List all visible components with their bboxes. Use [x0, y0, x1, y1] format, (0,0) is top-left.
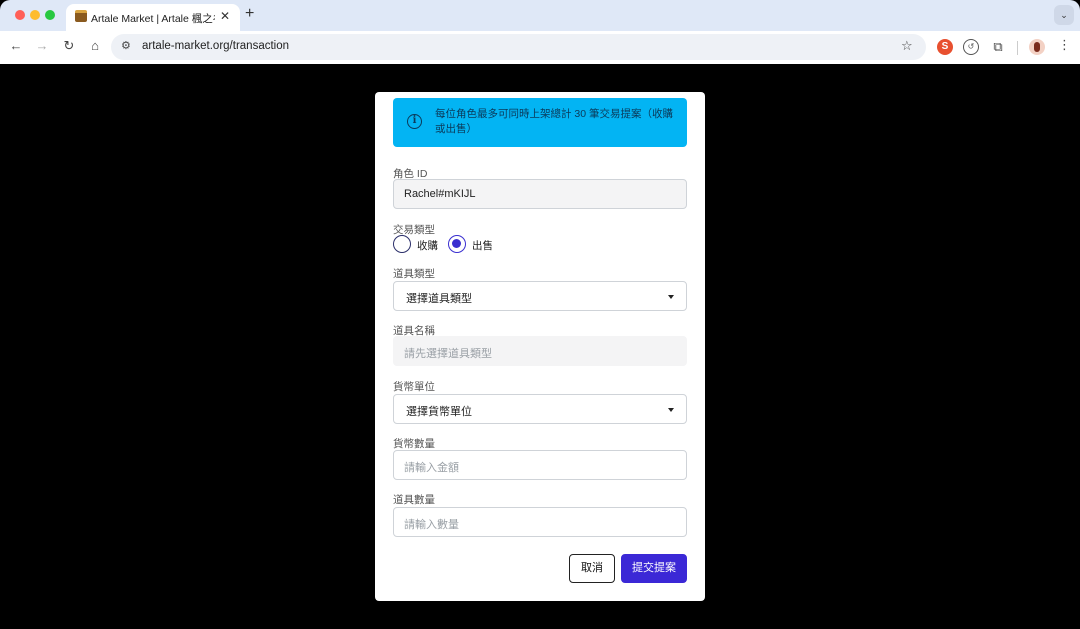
radio-sell[interactable]	[448, 235, 466, 253]
tab-bar: Artale Market | Artale 楓之谷 ✕ + ⌄	[0, 0, 1080, 31]
minimize-window-button[interactable]	[30, 10, 40, 20]
reload-icon[interactable]: ↻	[60, 38, 78, 54]
currency-unit-label: 貨幣單位	[393, 381, 435, 393]
item-name-placeholder: 請先選擇道具類型	[404, 348, 492, 360]
extensions-puzzle-icon[interactable]: ⧉	[990, 39, 1006, 55]
back-arrow-icon[interactable]: ←	[7, 38, 25, 53]
tab-search-button[interactable]: ⌄	[1054, 5, 1074, 25]
site-settings-icon[interactable]: ⚙	[121, 39, 131, 52]
currency-unit-select[interactable]: 選擇貨幣單位	[393, 394, 687, 424]
home-icon[interactable]: ⌂	[86, 38, 104, 53]
browser-toolbar: ← → ↻ ⌂ ⚙ artale-market.org/transaction …	[0, 31, 1080, 64]
character-id-field[interactable]: Rachel#mKIJL	[393, 179, 687, 209]
radio-sell-label[interactable]: 出售	[472, 238, 493, 253]
currency-amount-label: 貨幣數量	[393, 438, 435, 450]
address-bar[interactable]: ⚙ artale-market.org/transaction ☆	[111, 34, 926, 60]
forward-arrow-icon[interactable]: →	[33, 38, 51, 53]
tab-close-icon[interactable]: ✕	[220, 9, 230, 23]
character-id-value: Rachel#mKIJL	[404, 188, 476, 200]
new-tab-button[interactable]: +	[245, 5, 254, 23]
history-clock-icon[interactable]: ↺	[963, 39, 979, 55]
currency-amount-placeholder: 請輸入金額	[404, 462, 459, 474]
browser-tab[interactable]: Artale Market | Artale 楓之谷 ✕	[66, 4, 240, 31]
profile-avatar[interactable]	[1029, 39, 1045, 55]
item-type-value: 選擇道具類型	[406, 293, 472, 305]
currency-unit-value: 選擇貨幣單位	[406, 406, 472, 418]
maximize-window-button[interactable]	[45, 10, 55, 20]
more-menu-icon[interactable]: ⋮	[1058, 37, 1071, 53]
info-icon: i	[407, 114, 422, 129]
item-quantity-label: 道具數量	[393, 494, 435, 506]
close-window-button[interactable]	[15, 10, 25, 20]
extension-icon[interactable]: S	[937, 39, 953, 55]
transaction-form-modal: i 每位角色最多可同時上架總計 30 筆交易提案（收購或出售） 角色 ID Ra…	[375, 92, 705, 601]
radio-buy-label[interactable]: 收購	[417, 238, 438, 253]
currency-amount-input[interactable]: 請輸入金額	[393, 450, 687, 480]
item-type-label: 道具類型	[393, 268, 435, 280]
submit-proposal-button[interactable]: 提交提案	[621, 554, 687, 583]
url-text[interactable]: artale-market.org/transaction	[142, 40, 289, 52]
browser-chrome: Artale Market | Artale 楓之谷 ✕ + ⌄ ← → ↻ ⌂…	[0, 0, 1080, 64]
dropdown-caret-icon	[668, 408, 674, 412]
item-name-field: 請先選擇道具類型	[393, 336, 687, 366]
item-quantity-placeholder: 請輸入數量	[404, 519, 459, 531]
toolbar-divider	[1017, 41, 1018, 55]
notice-text: 每位角色最多可同時上架總計 30 筆交易提案（收購或出售）	[435, 108, 674, 135]
item-type-select[interactable]: 選擇道具類型	[393, 281, 687, 311]
bookmark-star-icon[interactable]: ☆	[901, 38, 913, 54]
info-notice: i 每位角色最多可同時上架總計 30 筆交易提案（收購或出售）	[393, 98, 687, 147]
radio-buy[interactable]	[393, 235, 411, 253]
item-quantity-input[interactable]: 請輸入數量	[393, 507, 687, 537]
tab-title: Artale Market | Artale 楓之谷	[91, 13, 215, 25]
dropdown-caret-icon	[668, 295, 674, 299]
cancel-button[interactable]: 取消	[569, 554, 615, 583]
site-favicon-icon	[75, 10, 87, 22]
